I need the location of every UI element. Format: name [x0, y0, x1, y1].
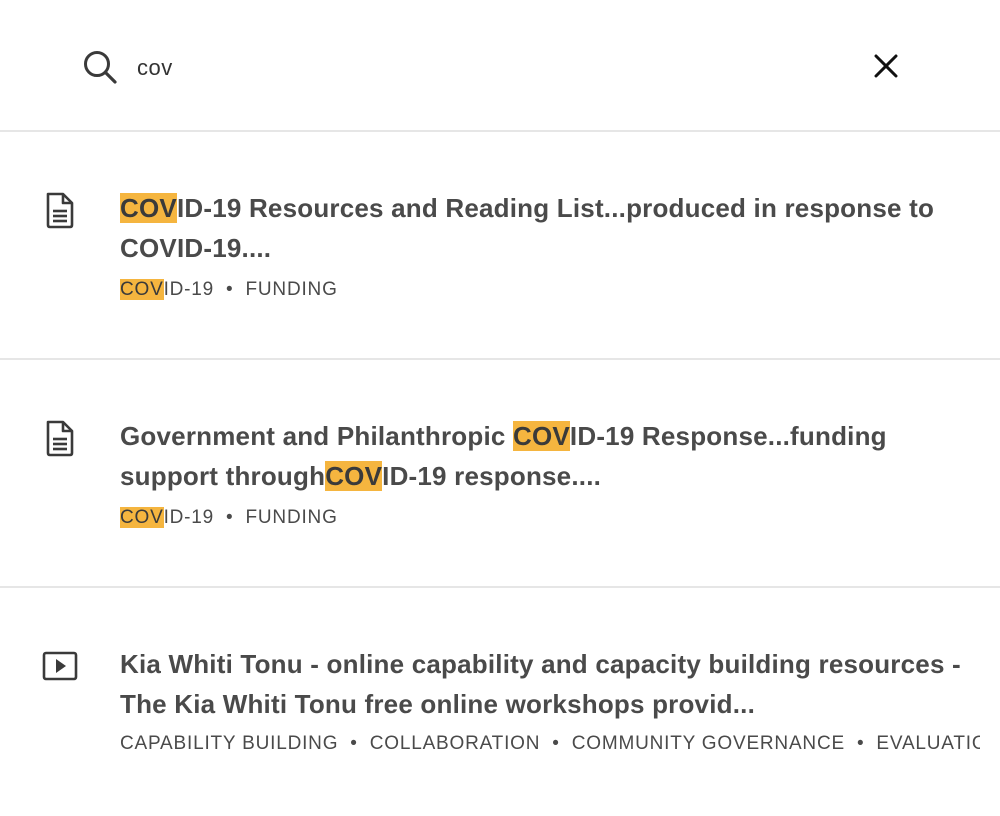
- search-results-list: COVID-19 Resources and Reading List...pr…: [0, 132, 1000, 816]
- result-tags: CAPABILITY BUILDING • COLLABORATION • COMMUN…: [120, 731, 980, 757]
- search-result-item[interactable]: Government and Philanthropic COVID-19 Re…: [0, 360, 1000, 588]
- result-tag: COLLABORATION: [369, 733, 541, 754]
- search-bar: [0, 0, 1000, 132]
- video-play-icon: [42, 651, 78, 681]
- result-title[interactable]: COVID-19 Resources and Reading List...pr…: [120, 188, 970, 268]
- result-tag: CAPABILITY BUILDING: [120, 733, 339, 754]
- result-tag: ID-19: [163, 279, 215, 300]
- search-match-highlight: COV: [120, 193, 177, 223]
- close-button[interactable]: [866, 46, 906, 86]
- result-tag: EVALUATION: [876, 733, 980, 754]
- search-icon: [84, 51, 117, 84]
- tag-separator: •: [350, 733, 358, 754]
- result-tag: COMMUNITY GOVERNANCE: [571, 733, 845, 754]
- close-icon: [874, 54, 898, 78]
- result-tags: COVID-19 • FUNDING: [120, 277, 980, 303]
- search-result-item[interactable]: Kia Whiti Tonu - online capability and c…: [0, 588, 1000, 816]
- result-title[interactable]: Kia Whiti Tonu - online capability and c…: [120, 644, 970, 724]
- search-result-item[interactable]: COVID-19 Resources and Reading List...pr…: [0, 132, 1000, 360]
- search-match-highlight: COV: [120, 507, 164, 528]
- result-tag: FUNDING: [245, 507, 338, 528]
- search-input[interactable]: [137, 49, 737, 87]
- result-title-text: Government and Philanthropic: [120, 421, 513, 451]
- search-match-highlight: COV: [512, 421, 570, 451]
- tag-separator: •: [552, 733, 560, 754]
- tag-separator: •: [226, 507, 234, 528]
- result-title-text: ID-19 response....: [382, 461, 602, 491]
- tag-separator: •: [856, 733, 865, 754]
- document-icon: [46, 420, 74, 457]
- result-title-text: ID-19 Resources and Reading List...produ…: [120, 193, 935, 263]
- result-tags: COVID-19 • FUNDING: [120, 505, 980, 531]
- document-icon: [46, 192, 74, 229]
- result-title[interactable]: Government and Philanthropic COVID-19 Re…: [120, 416, 970, 496]
- result-tag: FUNDING: [245, 279, 338, 300]
- result-tag: ID-19: [163, 507, 215, 528]
- search-match-highlight: COV: [325, 461, 383, 491]
- tag-separator: •: [226, 279, 234, 300]
- search-match-highlight: COV: [120, 279, 164, 300]
